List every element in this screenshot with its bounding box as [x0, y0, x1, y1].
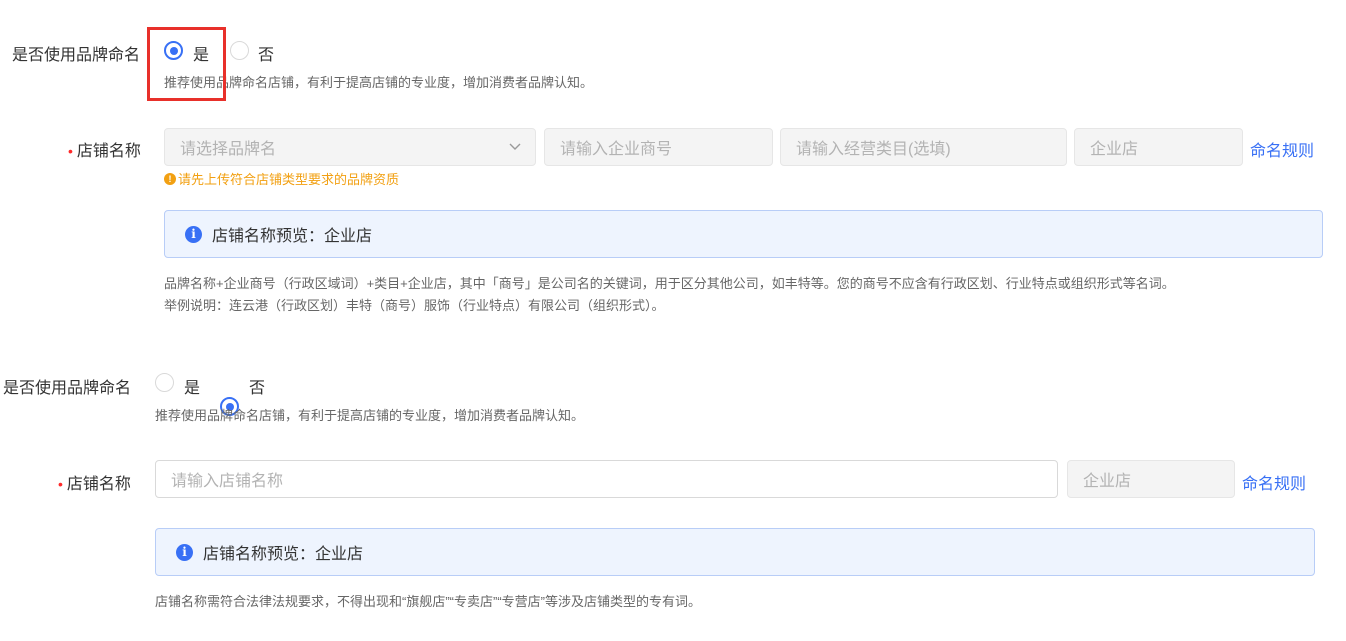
company-name-input[interactable]: 请输入企业商号: [544, 128, 773, 166]
category-placeholder: 请输入经营类目(选填): [796, 141, 951, 158]
brand-naming-label: 是否使用品牌命名: [3, 380, 132, 397]
description-line: 举例说明：连云港（行政区划）丰特（商号）服饰（行业特点）有限公司（组织形式）。: [164, 298, 665, 313]
shop-name-preview: i 店铺名称预览：企业店: [155, 528, 1315, 576]
info-icon: i: [176, 543, 193, 561]
brand-naming-label: 是否使用品牌命名: [12, 47, 141, 64]
shop-name-input[interactable]: 请输入店铺名称: [155, 460, 1058, 498]
required-mark: •: [68, 143, 73, 159]
naming-rules-link[interactable]: 命名规则: [1242, 470, 1306, 494]
shop-suffix-value: 企业店: [1083, 473, 1132, 490]
radio-no[interactable]: [230, 41, 249, 60]
description-line: 品牌名称+企业商号（行政区域词）+类目+企业店，其中「商号」是公司名的关键词，用…: [164, 276, 1175, 291]
category-input[interactable]: 请输入经营类目(选填): [780, 128, 1067, 166]
required-mark: •: [58, 476, 63, 492]
info-icon: i: [185, 225, 202, 243]
shop-suffix-value: 企业店: [1090, 141, 1139, 158]
naming-description: 品牌名称+企业商号（行政区域词）+类目+企业店，其中「商号」是公司名的关键词，用…: [164, 273, 1175, 317]
brand-select[interactable]: 请选择品牌名: [164, 128, 536, 166]
brand-warning: ! 请先上传符合店铺类型要求的品牌资质: [164, 169, 399, 188]
naming-description: 店铺名称需符合法律法规要求，不得出现和“旗舰店”“专卖店”“专营店”等涉及店铺类…: [155, 591, 701, 613]
radio-yes[interactable]: [155, 373, 174, 392]
company-name-placeholder: 请输入企业商号: [560, 141, 673, 158]
naming-rules-link[interactable]: 命名规则: [1250, 137, 1314, 161]
description-line: 店铺名称需符合法律法规要求，不得出现和“旗舰店”“专卖店”“专营店”等涉及店铺类…: [155, 594, 701, 609]
brand-hint: 推荐使用品牌命名店铺，有利于提高店铺的专业度，增加消费者品牌认知。: [164, 75, 594, 90]
shop-suffix-field: 企业店: [1074, 128, 1243, 166]
section-brand-yes: 是否使用品牌命名 是 否 推荐使用品牌命名店铺，有利于提高店铺的专业度，增加消费…: [0, 0, 1346, 313]
shop-suffix-field: 企业店: [1067, 460, 1235, 498]
warning-icon: !: [164, 172, 176, 185]
radio-yes-label[interactable]: 是: [184, 374, 200, 398]
brand-hint: 推荐使用品牌命名店铺，有利于提高店铺的专业度，增加消费者品牌认知。: [155, 408, 585, 423]
radio-no-label[interactable]: 否: [249, 374, 265, 398]
shop-name-label: • 店铺名称: [58, 470, 131, 494]
preview-text: 店铺名称预览：企业店: [203, 546, 364, 563]
shop-name-label-text: 店铺名称: [66, 476, 131, 493]
shop-name-preview: i 店铺名称预览：企业店: [164, 210, 1323, 258]
preview-text: 店铺名称预览：企业店: [212, 228, 373, 245]
radio-no-label[interactable]: 否: [258, 41, 274, 65]
shop-name-label-text: 店铺名称: [76, 143, 141, 160]
warning-text: 请先上传符合店铺类型要求的品牌资质: [178, 172, 400, 187]
shop-name-placeholder: 请输入店铺名称: [171, 473, 284, 490]
brand-select-placeholder: 请选择品牌名: [180, 141, 277, 158]
highlight-annotation: [147, 27, 226, 101]
shop-name-label: • 店铺名称: [68, 137, 141, 161]
chevron-down-icon: [509, 143, 521, 150]
